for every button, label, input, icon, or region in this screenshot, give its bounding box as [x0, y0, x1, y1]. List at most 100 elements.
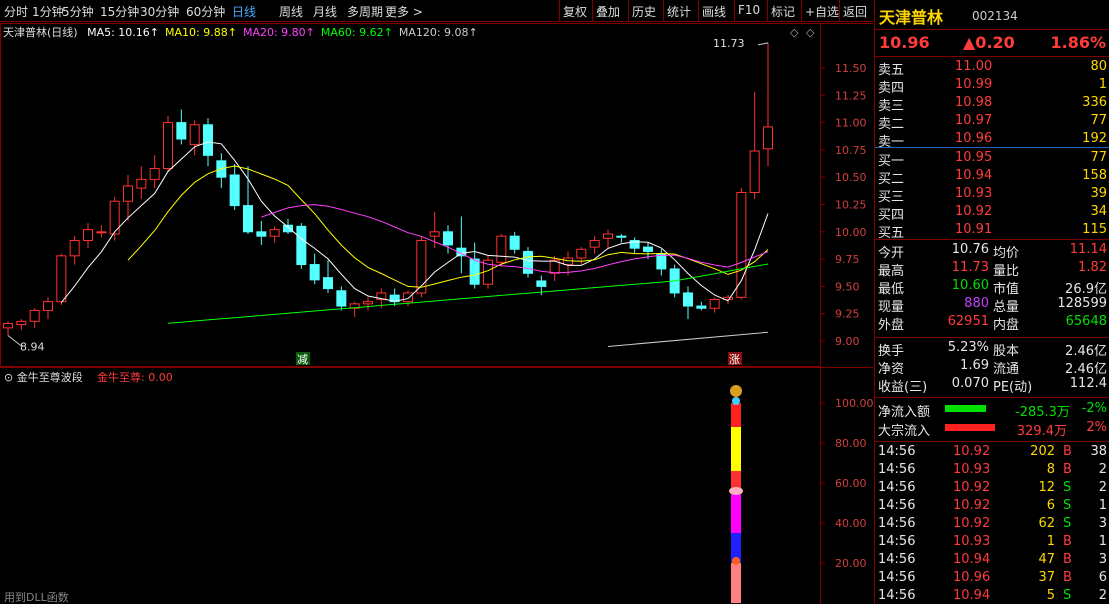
candle-body [69, 240, 80, 257]
period-tab-7[interactable]: 周线 [279, 3, 303, 20]
bid-ask-divider [875, 147, 1109, 148]
main-chart-legend: 天津普林(日线) MA5: 10.16↑ MA10: 9.88↑ MA20: 9.8… [3, 24, 490, 40]
stat2-row: 收益(三) 0.070 PE(动) 112.4 [875, 375, 1109, 395]
ask-row: 卖二 10.97 77 [875, 112, 1109, 132]
ask-row: 卖三 10.98 336 [875, 94, 1109, 114]
stat-value: 112.4 [1069, 376, 1107, 391]
ask-volume: 77 [1090, 113, 1107, 128]
tick-count: 3 [1098, 516, 1107, 531]
stock-period-label: 天津普林(日线) [3, 26, 78, 39]
high-marker-arrow [757, 42, 769, 46]
flow-value: -285.3万 [1015, 405, 1070, 420]
tool-button-6[interactable]: 标记 [771, 3, 795, 20]
tick-time: 14:56 [878, 534, 916, 549]
candle-body [256, 231, 267, 237]
tick-price: 10.94 [953, 552, 991, 567]
y-tick-label: 11.50 [835, 62, 867, 75]
bid-row: 买二 10.94 158 [875, 167, 1109, 187]
indicator-bar-segment [731, 513, 741, 533]
tick-volume: 8 [1046, 462, 1055, 477]
tool-button-8[interactable]: 返回 [843, 3, 867, 20]
bid-volume: 158 [1082, 168, 1107, 183]
candle-body [443, 231, 453, 246]
period-tab-9[interactable]: 多周期 [347, 3, 383, 20]
period-tab-8[interactable]: 月线 [313, 3, 337, 20]
stat-key: PE(动) [993, 380, 1033, 395]
ma-label-4: MA120: 9.08↑ [398, 26, 478, 39]
candle-body [163, 122, 173, 169]
tool-button-0[interactable]: 复权 [563, 3, 587, 20]
tool-button-5[interactable]: F10 [738, 3, 760, 17]
y-tick-label: 9.00 [835, 335, 860, 348]
period-tab-6[interactable]: 日线 [232, 3, 256, 20]
candle-body [189, 124, 200, 145]
bid-price: 10.93 [955, 186, 993, 201]
stat-value: 1.69 [960, 358, 989, 373]
flow-bar [945, 405, 986, 412]
flow-value: 329.4万 [1016, 424, 1067, 439]
y-tick-label: 9.75 [835, 253, 860, 266]
high-marker: 11.73 [713, 37, 745, 50]
toolbar-divider [592, 0, 593, 22]
stat-value: 11.14 [1069, 242, 1107, 257]
toolbar-divider [734, 0, 735, 22]
period-tab-1[interactable]: 1分钟 [32, 3, 64, 20]
period-tab-5[interactable]: 60分钟 [186, 3, 225, 20]
candle-body [283, 224, 293, 233]
bow-icon [732, 397, 740, 405]
period-tab-10[interactable]: 更多 > [385, 3, 423, 20]
ask-price: 10.97 [955, 113, 993, 128]
stat-value: 1.82 [1078, 260, 1107, 275]
tool-button-4[interactable]: 画线 [702, 3, 726, 20]
period-tab-0[interactable]: 分时 [4, 3, 28, 20]
stat-value: 65648 [1065, 314, 1107, 329]
last-price: 10.96 [879, 33, 930, 52]
quote-panel: 天津普林 002134 10.96 ▲0.20 1.86% 卖五 11.00 80 卖… [874, 0, 1109, 604]
indicator-bar-segment [731, 563, 741, 603]
stat-key: 外盘 [878, 318, 905, 333]
candle-body [363, 301, 373, 305]
ask-volume: 336 [1082, 95, 1107, 110]
price-change: ▲0.20 [963, 33, 1015, 52]
period-tab-3[interactable]: 15分钟 [100, 3, 139, 20]
tick-count: 2 [1098, 462, 1107, 477]
stock-name: 天津普林 [879, 8, 944, 27]
tick-row: 14:56 10.93 1 B 1 [875, 533, 1109, 551]
stat-value: 10.76 [951, 242, 989, 257]
tick-time: 14:56 [878, 444, 916, 459]
candle-body [576, 248, 587, 259]
candle-body [523, 250, 533, 274]
candle-body [203, 124, 213, 156]
tick-count: 2 [1098, 480, 1107, 495]
candle-body [296, 225, 307, 266]
kline-chart[interactable]: 11.50 11.25 11.00 10.75 10.50 10.25 10.00 9.75 9… [0, 23, 873, 604]
diamond-icon: ◇ [790, 26, 799, 39]
tool-button-2[interactable]: 历史 [632, 3, 656, 20]
tool-button-1[interactable]: 叠加 [596, 3, 620, 20]
y-tick-label: 11.25 [835, 89, 867, 102]
period-tab-4[interactable]: 30分钟 [140, 3, 179, 20]
candle-body [496, 235, 507, 263]
tick-price: 10.92 [953, 516, 991, 531]
bid-price: 10.94 [955, 168, 993, 183]
tick-volume: 6 [1046, 498, 1055, 513]
tick-price: 10.92 [953, 498, 991, 513]
ask-price: 10.96 [955, 131, 993, 146]
tick-side: S [1063, 480, 1072, 495]
bid-row: 买三 10.93 39 [875, 185, 1109, 205]
candle-body [403, 292, 413, 303]
panel-divider [875, 239, 1109, 240]
candle-body [603, 233, 613, 239]
stat-row: 最高 11.73 量比 1.82 [875, 259, 1109, 279]
bid-price: 10.92 [955, 204, 993, 219]
toolbar-divider [559, 0, 560, 22]
bid-price: 10.91 [955, 222, 993, 237]
stat-value: 62951 [947, 314, 989, 329]
tool-button-7[interactable]: +自选 [805, 3, 839, 20]
tick-row: 14:56 10.94 47 B 3 [875, 551, 1109, 569]
ask-row: 卖五 11.00 80 [875, 58, 1109, 78]
flow-row: 大宗流入 329.4万 2% [875, 419, 1109, 439]
indicator-value: 金牛至尊: 0.00 [97, 370, 173, 384]
tool-button-3[interactable]: 统计 [667, 3, 691, 20]
period-tab-2[interactable]: 5分钟 [62, 3, 94, 20]
